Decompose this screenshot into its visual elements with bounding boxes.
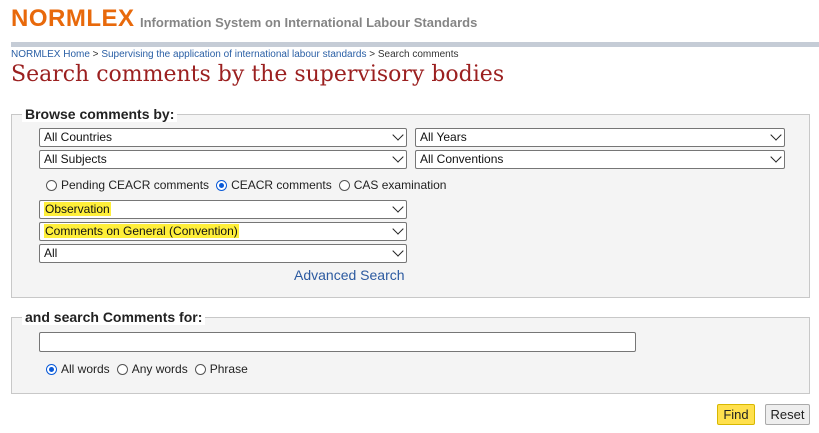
- radio-phrase[interactable]: Phrase: [194, 362, 248, 376]
- radio-label: Pending CEACR comments: [61, 178, 210, 192]
- conventions-select[interactable]: All Conventions: [415, 150, 785, 169]
- comment-type-select[interactable]: Observation: [39, 200, 407, 219]
- browse-legend: Browse comments by:: [22, 106, 178, 122]
- chevron-down-icon: [392, 223, 404, 235]
- breadcrumb-separator: >: [366, 49, 378, 60]
- chevron-down-icon: [392, 151, 404, 163]
- search-mode-radio-group: All words Any words Phrase: [46, 362, 255, 376]
- radio-checked-icon[interactable]: [216, 179, 228, 191]
- radio-all-words[interactable]: All words: [46, 362, 110, 376]
- site-tagline: Information System on International Labo…: [140, 15, 478, 30]
- breadcrumb-home-link[interactable]: NORMLEX Home: [11, 49, 90, 60]
- comment-source-radio-group: Pending CEACR comments CEACR comments CA…: [46, 178, 453, 192]
- page-title: Search comments by the supervisory bodie…: [11, 62, 505, 87]
- comment-type-select-value: Observation: [44, 202, 111, 216]
- search-text-input[interactable]: [39, 332, 636, 352]
- extra-filter-select-value: All: [44, 246, 58, 260]
- radio-any-words[interactable]: Any words: [116, 362, 188, 376]
- radio-label: All words: [61, 362, 110, 376]
- subjects-select-value: All Subjects: [44, 152, 107, 166]
- brand-logo[interactable]: NORMLEX: [11, 5, 135, 33]
- breadcrumb-current: Search comments: [377, 49, 459, 60]
- radio-label: CEACR comments: [231, 178, 332, 192]
- chevron-down-icon: [392, 245, 404, 257]
- radio-circle-icon[interactable]: [338, 179, 350, 191]
- radio-label: Phrase: [209, 362, 248, 376]
- radio-label: CAS examination: [353, 178, 447, 192]
- chevron-down-icon: [770, 151, 782, 163]
- reset-button[interactable]: Reset: [765, 404, 810, 425]
- radio-ceacr-comments[interactable]: CEACR comments: [216, 178, 332, 192]
- radio-circle-icon[interactable]: [46, 179, 57, 191]
- comment-scope-select[interactable]: Comments on General (Convention): [39, 222, 407, 241]
- years-select[interactable]: All Years: [415, 128, 785, 147]
- breadcrumb-separator: >: [89, 49, 102, 60]
- years-select-value: All Years: [420, 130, 467, 144]
- chevron-down-icon: [770, 129, 782, 141]
- radio-label: Any words: [131, 362, 188, 376]
- extra-filter-select[interactable]: All: [39, 244, 407, 263]
- countries-select[interactable]: All Countries: [39, 128, 407, 147]
- radio-circle-icon[interactable]: [194, 363, 206, 375]
- find-button[interactable]: Find: [717, 404, 755, 425]
- breadcrumb: NORMLEX Home > Supervising the applicati…: [11, 49, 458, 60]
- search-legend: and search Comments for:: [22, 309, 206, 325]
- header-divider: [11, 42, 819, 47]
- radio-pending-ceacr[interactable]: Pending CEACR comments: [46, 178, 209, 192]
- breadcrumb-parent-link[interactable]: Supervising the application of internati…: [101, 49, 366, 60]
- comment-scope-select-value: Comments on General (Convention): [44, 224, 239, 238]
- subjects-select[interactable]: All Subjects: [39, 150, 407, 169]
- radio-cas-examination[interactable]: CAS examination: [338, 178, 447, 192]
- radio-checked-icon[interactable]: [46, 363, 57, 375]
- radio-circle-icon[interactable]: [116, 363, 128, 375]
- countries-select-value: All Countries: [44, 130, 113, 144]
- chevron-down-icon: [392, 201, 404, 213]
- chevron-down-icon: [392, 129, 404, 141]
- conventions-select-value: All Conventions: [420, 152, 504, 166]
- advanced-search-link[interactable]: Advanced Search: [294, 267, 405, 283]
